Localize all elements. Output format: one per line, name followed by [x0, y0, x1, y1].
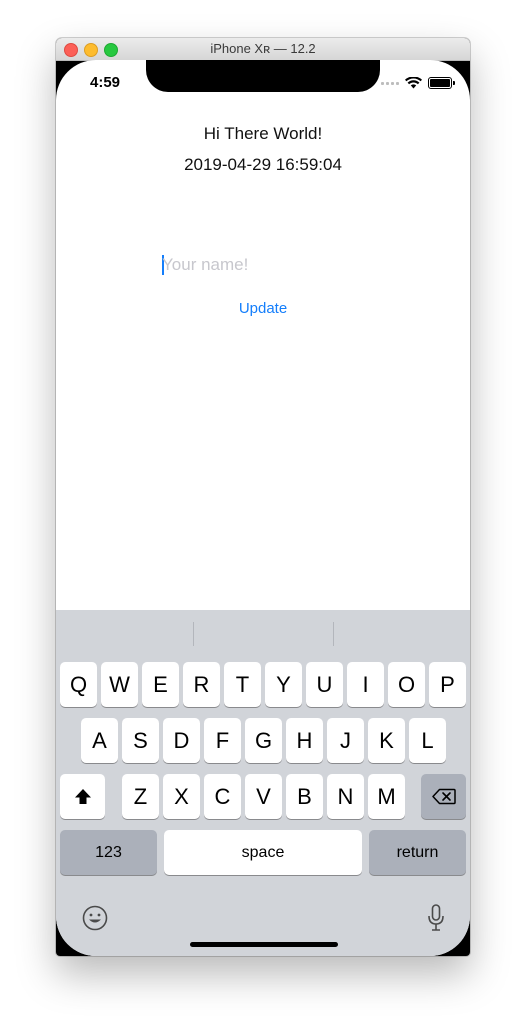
- notch: [146, 60, 380, 92]
- keyboard: Q W E R T Y U I O P A S D F G H J K L Z …: [56, 610, 470, 956]
- backspace-key[interactable]: [421, 774, 466, 819]
- key-g[interactable]: G: [245, 718, 282, 763]
- key-b[interactable]: B: [286, 774, 323, 819]
- key-n[interactable]: N: [327, 774, 364, 819]
- key-h[interactable]: H: [286, 718, 323, 763]
- key-a[interactable]: A: [81, 718, 118, 763]
- key-m[interactable]: M: [368, 774, 405, 819]
- key-l[interactable]: L: [409, 718, 446, 763]
- backspace-icon: [431, 788, 456, 805]
- key-e[interactable]: E: [142, 662, 179, 707]
- device-screen: 4:59 Hi There World! 2019-04-29 16:59:04…: [56, 60, 470, 956]
- key-p[interactable]: P: [429, 662, 466, 707]
- key-f[interactable]: F: [204, 718, 241, 763]
- key-y[interactable]: Y: [265, 662, 302, 707]
- key-u[interactable]: U: [306, 662, 343, 707]
- key-j[interactable]: J: [327, 718, 364, 763]
- space-key[interactable]: space: [164, 830, 362, 875]
- key-d[interactable]: D: [163, 718, 200, 763]
- predictive-bar: [56, 610, 470, 654]
- greeting-label: Hi There World!: [203, 124, 323, 143]
- microphone-icon[interactable]: [427, 904, 445, 932]
- key-z[interactable]: Z: [122, 774, 159, 819]
- emoji-icon[interactable]: [82, 905, 108, 931]
- status-icons: [381, 76, 455, 90]
- key-x[interactable]: X: [163, 774, 200, 819]
- home-indicator[interactable]: [190, 942, 338, 947]
- key-w[interactable]: W: [101, 662, 138, 707]
- key-s[interactable]: S: [122, 718, 159, 763]
- key-i[interactable]: I: [347, 662, 384, 707]
- numbers-key[interactable]: 123: [60, 830, 157, 875]
- key-c[interactable]: C: [204, 774, 241, 819]
- wifi-icon: [405, 77, 422, 89]
- return-key[interactable]: return: [369, 830, 466, 875]
- datetime-label: 2019-04-29 16:59:04: [184, 155, 342, 174]
- battery-icon: [428, 77, 455, 89]
- window-titlebar: iPhone Xʀ — 12.2: [56, 38, 470, 61]
- simulator-window: iPhone Xʀ — 12.2 4:59 Hi There World! 20…: [56, 38, 470, 956]
- update-button[interactable]: Update: [56, 300, 470, 317]
- key-v[interactable]: V: [245, 774, 282, 819]
- status-time: 4:59: [90, 74, 121, 91]
- key-t[interactable]: T: [224, 662, 261, 707]
- key-k[interactable]: K: [368, 718, 405, 763]
- signal-icon: [381, 81, 399, 85]
- key-r[interactable]: R: [183, 662, 220, 707]
- name-input[interactable]: [162, 253, 362, 277]
- shift-key[interactable]: [60, 774, 105, 819]
- key-q[interactable]: Q: [60, 662, 97, 707]
- key-o[interactable]: O: [388, 662, 425, 707]
- shift-icon: [74, 788, 91, 804]
- window-title: iPhone Xʀ — 12.2: [210, 41, 316, 56]
